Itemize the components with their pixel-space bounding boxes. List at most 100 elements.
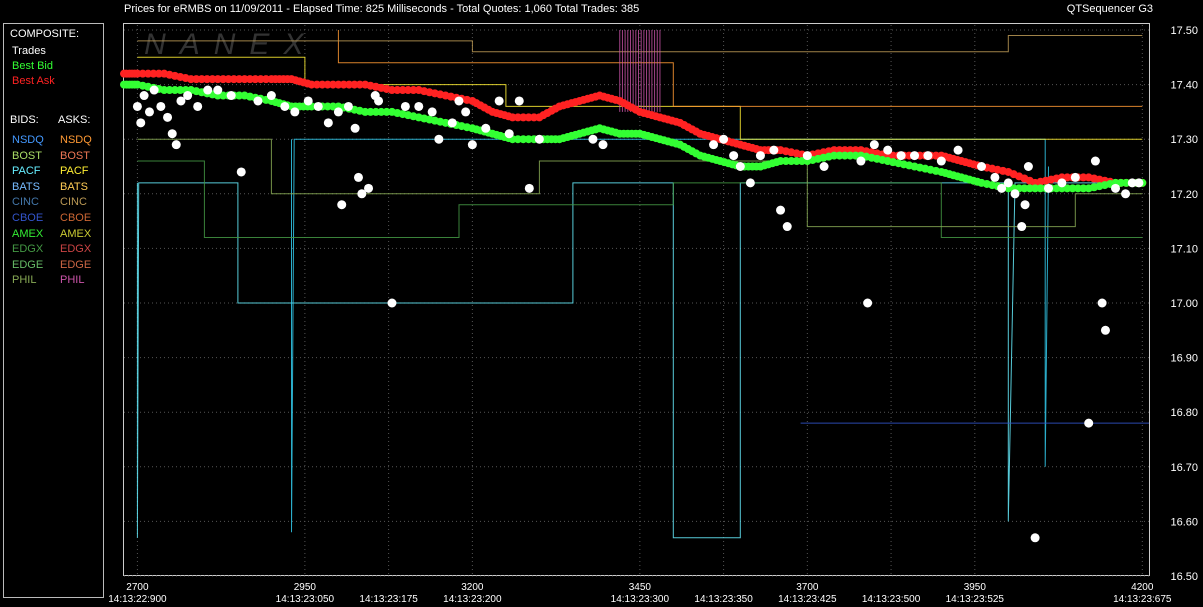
trade-point — [163, 112, 173, 122]
x-tick-label: 3700 — [796, 582, 819, 593]
trade-point — [454, 96, 464, 106]
trade-point — [1003, 178, 1013, 188]
trade-point — [1070, 172, 1080, 182]
trade-point — [735, 162, 745, 171]
trade-point — [167, 129, 177, 139]
trade-point — [769, 145, 779, 155]
trade-point — [313, 101, 323, 111]
trade-point — [427, 107, 437, 117]
trade-point — [719, 134, 729, 144]
x-tick-label: 2950 — [294, 582, 317, 593]
trade-point — [203, 85, 213, 95]
trade-point — [1100, 325, 1110, 335]
trade-point — [226, 91, 236, 101]
trade-point — [1017, 222, 1027, 232]
x-time-label: 14:13:23:525 — [946, 594, 1005, 605]
trade-point — [156, 101, 166, 111]
x-time-label: 14:13:23:350 — [694, 594, 753, 605]
x-tick-label: 3450 — [629, 582, 652, 593]
trade-point — [1057, 178, 1067, 188]
trade-point — [280, 101, 290, 111]
trade-point — [481, 123, 491, 133]
trade-point — [1090, 156, 1100, 166]
x-tick-label: 4200 — [1131, 582, 1154, 593]
exchange-quote-line — [136, 182, 1143, 539]
trade-point — [709, 140, 719, 150]
trade-point — [1020, 200, 1030, 210]
x-tick-label: 3950 — [964, 582, 987, 593]
y-tick-label: 17.40 — [1170, 80, 1198, 92]
trade-point — [374, 96, 384, 106]
trade-point — [333, 107, 343, 117]
trade-point — [782, 222, 792, 232]
trade-point — [1044, 183, 1054, 193]
trade-point — [729, 151, 739, 161]
trade-point — [598, 140, 608, 150]
trade-point — [1010, 189, 1020, 199]
trade-point — [434, 134, 444, 144]
y-tick-label: 17.50 — [1170, 25, 1198, 37]
trade-point — [193, 101, 203, 111]
y-tick-label: 17.10 — [1170, 243, 1198, 255]
trade-point — [923, 151, 933, 161]
trade-point — [883, 145, 893, 155]
trade-point — [183, 91, 193, 101]
trade-point — [266, 91, 276, 101]
x-time-label: 14:13:23:425 — [778, 594, 837, 605]
exchange-quote-line — [291, 138, 1049, 533]
trade-point — [213, 85, 223, 95]
trade-point — [755, 151, 765, 161]
trade-point — [1030, 533, 1040, 543]
trade-point — [139, 91, 149, 101]
x-time-label: 14:13:22:900 — [108, 594, 167, 605]
x-tick-label: 3200 — [461, 582, 484, 593]
trade-point — [303, 96, 313, 106]
trade-point — [819, 162, 829, 171]
y-tick-label: 16.70 — [1170, 462, 1198, 474]
trade-point — [236, 167, 246, 177]
trade-point — [364, 183, 374, 193]
trade-point — [936, 156, 946, 166]
trade-point — [400, 101, 410, 111]
trade-point — [350, 123, 360, 133]
price-chart: NANEX 17.50 17.40 17.30 17.20 17.10 17.00 16.90… — [108, 25, 1198, 605]
trade-point — [588, 134, 598, 144]
trade-point — [1134, 178, 1144, 188]
trade-point — [896, 151, 906, 161]
trade-point — [977, 162, 987, 171]
y-tick-label: 16.90 — [1170, 353, 1198, 365]
x-time-label: 14:13:23:300 — [611, 594, 670, 605]
trade-point — [132, 101, 142, 111]
trade-point — [253, 96, 263, 106]
trade-point — [1111, 183, 1121, 193]
trade-point — [910, 151, 920, 161]
trade-point — [990, 172, 1000, 182]
trade-point — [290, 107, 300, 117]
trade-point — [337, 200, 347, 210]
trade-point — [1023, 162, 1033, 171]
trade-point — [504, 129, 514, 139]
trade-point — [323, 118, 333, 128]
x-tick-label: 2700 — [126, 582, 149, 593]
trade-point — [856, 156, 866, 166]
trade-point — [745, 178, 755, 188]
trade-point — [387, 298, 397, 308]
trade-point — [447, 118, 457, 128]
trade-point — [171, 140, 181, 150]
x-time-label: 14:13:23:050 — [276, 594, 335, 605]
trade-point — [414, 101, 424, 111]
y-tick-label: 16.50 — [1170, 571, 1198, 583]
trade-point — [534, 134, 544, 144]
trade-point — [863, 298, 873, 308]
trade-point — [776, 205, 786, 215]
trade-point — [1084, 418, 1094, 428]
watermark: NANEX — [144, 28, 317, 61]
x-time-label: 14:13:23:500 — [862, 594, 921, 605]
trade-point — [953, 145, 963, 155]
trade-point — [467, 140, 477, 150]
y-tick-label: 16.80 — [1170, 407, 1198, 419]
trade-point — [869, 140, 879, 150]
y-tick-label: 16.60 — [1170, 516, 1198, 528]
trade-point — [524, 183, 534, 193]
trade-point — [494, 96, 504, 106]
